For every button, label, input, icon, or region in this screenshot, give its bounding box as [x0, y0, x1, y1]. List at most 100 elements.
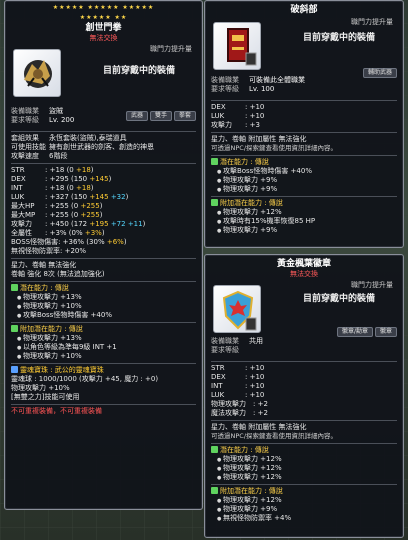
- tab-claw[interactable]: 拳套: [173, 111, 196, 121]
- divider: [211, 361, 397, 362]
- star-force-status: 星力、卷軸 附加屬性 無法強化: [211, 135, 307, 143]
- requirements: 裝備職業 共用 要求等級 徽章/勳章 徽章: [205, 327, 403, 359]
- stat-lines: STR: +10 DEX: +10 INT: +10 LUK: +10 物理攻擊…: [205, 364, 403, 418]
- tab-badge[interactable]: 徽章: [374, 327, 397, 337]
- divider: [11, 404, 196, 405]
- potential-line: 物理攻擊力 +9%: [211, 185, 397, 194]
- item-icon-box: [213, 22, 261, 70]
- trade-restriction: 無法交換: [89, 34, 118, 42]
- currently-equipped-label: 目前穿戴中的裝備: [103, 66, 176, 76]
- item-title: 創世門拳: [85, 23, 122, 33]
- stat-lines: DEX: +10 LUK: +10 攻擊力: +3: [205, 103, 403, 130]
- potential-section: 潛在能力 : 傳說 物理攻擊力 +12% 物理攻擊力 +12% 物理攻擊力 +1…: [205, 446, 403, 482]
- soul-skill: [無雙之力]技能可使用: [11, 393, 80, 401]
- divider: [211, 196, 397, 197]
- divider: [11, 131, 196, 132]
- trade-restriction: 無法交換: [290, 270, 318, 278]
- potential-line: 物理攻擊力 +12%: [211, 455, 397, 464]
- category-tabs: 武器 雙手 拳套: [125, 111, 196, 121]
- stat-boss-damage: BOSS怪物傷害: +36% (30% +6%): [11, 238, 127, 246]
- potential-line: 物理攻擊力 +10%: [11, 302, 196, 311]
- tab-secondary-weapon[interactable]: 輔助武器: [362, 68, 397, 78]
- legendary-badge-icon: [211, 158, 218, 165]
- star-force-stars-bottom: ★★★★★ ★★: [79, 14, 128, 21]
- soul-gem-icon: [11, 366, 18, 373]
- divider: [11, 363, 196, 364]
- potential-title: 潛在能力 : 傳說: [211, 446, 397, 455]
- tab-two-handed[interactable]: 雙手: [149, 111, 172, 121]
- additional-potential-line: 物理攻擊力 +9%: [211, 505, 397, 514]
- item-title: 破斜部: [290, 5, 318, 15]
- stat-luk: LUK: +327 (150 +145 +32): [11, 193, 129, 201]
- enhance-lines: 星力、卷軸 無法強化 卷軸 強化 8次 (無法追加強化): [5, 261, 202, 279]
- info-skill: 可使用技能 擁有創世武器的劍客、創造的神恩: [11, 143, 154, 151]
- job-tag: 職門力提升量: [150, 45, 192, 53]
- soul-bonus: 物理攻擊力 +10%: [11, 384, 70, 392]
- stat-attack: 物理攻擊力: +2: [211, 400, 268, 408]
- stat-attack: 攻擊力: +450 (172 +195 +72 +11): [11, 220, 146, 228]
- npc-note: 可透過NPC/探索鍵查看使用資訊詳細內容。: [211, 144, 338, 152]
- stat-max-mp: 最大MP: +255 (0 +255): [11, 211, 103, 219]
- divider: [11, 281, 196, 282]
- additional-potential-title: 附加潛在能力 : 傳說: [11, 325, 196, 334]
- potential-section: 潛在能力 : 傳說 攻擊Boss怪物時傷害 +40% 物理攻擊力 +9% 物理攻…: [205, 158, 403, 194]
- potential-title: 潛在能力 : 傳說: [11, 284, 196, 293]
- tab-badge-medal[interactable]: 徽章/勳章: [336, 327, 373, 337]
- legendary-badge-icon: [211, 446, 218, 453]
- enhance-lines: 星力、卷軸 附加屬性 無法強化 可透過NPC/探索鍵查看使用資訊詳細內容。: [205, 135, 403, 153]
- category-tabs: 徽章/勳章 徽章: [336, 327, 397, 337]
- additional-potential-line: 物理攻擊力 +9%: [211, 226, 397, 235]
- stat-attack: 攻擊力: +3: [211, 121, 260, 129]
- req-row: 要求等級: [211, 346, 239, 354]
- divider: [211, 132, 397, 133]
- stat-magic-attack: 魔法攻擊力: +2: [211, 409, 268, 417]
- item-tooltip-emblem: 黃金楓葉徽章 無法交換 職門力提升量 目前穿戴中的裝備 裝備職業 共用 要求等級 …: [204, 254, 404, 538]
- job-tag: 職門力提升量: [351, 281, 393, 289]
- currently-equipped-label: 目前穿戴中的裝備: [303, 33, 376, 43]
- item-header: 職門力提升量 目前穿戴中的裝備: [205, 16, 403, 76]
- tab-weapon[interactable]: 武器: [125, 111, 148, 121]
- npc-note: 可透過NPC/探索鍵查看使用資訊詳細內容。: [211, 432, 338, 440]
- potential-line: 攻擊Boss怪物時傷害 +40%: [211, 167, 397, 176]
- info-lines: 套組效果 永恆套裝(盜賊),泰瑞道具 可使用技能 擁有創世武器的劍客、創造的神恩 攻…: [5, 134, 202, 161]
- star-force-stars-top: ★★★★★ ★★★★★ ★★★★★: [52, 4, 155, 11]
- stat-str: STR: +10: [211, 364, 265, 372]
- legendary-badge-icon: [11, 284, 18, 291]
- legendary-badge-icon: [211, 199, 218, 206]
- stat-int: INT: +18 (0 +18): [11, 184, 94, 192]
- stat-luk: LUK: +10: [211, 112, 265, 120]
- currently-equipped-label: 目前穿戴中的裝備: [303, 294, 376, 304]
- additional-potential-line: 物理攻擊力 +12%: [211, 496, 397, 505]
- legendary-badge-icon: [11, 325, 18, 332]
- divider: [11, 258, 196, 259]
- divider: [11, 322, 196, 323]
- stat-max-hp: 最大HP: +255 (0 +255): [11, 202, 103, 210]
- stat-dex: DEX: +295 (150 +145): [11, 175, 112, 183]
- additional-potential-section: 附加潛在能力 : 傳說 物理攻擊力 +12% 攻擊時有15%機率恢復85 HP …: [205, 199, 403, 235]
- stat-ignore-defense: 無視怪物防禦率: +20%: [11, 247, 87, 255]
- equip-warning: 不可重複裝備，不可重複裝備: [11, 407, 102, 415]
- item-tooltip-weapon: ★★★★★ ★★★★★ ★★★★★ ★★★★★ ★★ 創世門拳 無法交換 職門力…: [4, 0, 203, 510]
- star-force-status: 星力、卷軸 無法強化: [11, 261, 77, 269]
- requirements: 裝備職業 盜賊 要求等級 Lv. 200 武器 雙手 拳套: [5, 107, 202, 129]
- additional-potential-line: 無視怪物防禦率 +4%: [211, 514, 397, 523]
- secondary-weapon-icon: [227, 28, 257, 66]
- stat-all-stat: 全屬性: +3% (0% +3%): [11, 229, 105, 237]
- potential-line: 物理攻擊力 +12%: [211, 473, 397, 482]
- stat-dex: DEX: +10: [211, 103, 265, 111]
- additional-potential-title: 附加潛在能力 : 傳說: [211, 199, 397, 208]
- soul-title: 靈魂寶珠 : 武公的靈魂寶珠: [11, 366, 196, 375]
- job-tag: 職門力提升量: [351, 18, 393, 26]
- item-header: 職門力提升量 目前穿戴中的裝備: [5, 43, 202, 107]
- claw-weapon-icon: [24, 60, 52, 88]
- potential-line: 物理攻擊力 +13%: [11, 293, 196, 302]
- info-attack-speed: 攻擊速度 6階段: [11, 152, 68, 160]
- item-icon-box: [13, 49, 61, 97]
- additional-potential-section: 附加潛在能力 : 傳說 物理攻擊力 +12% 物理攻擊力 +9% 無視怪物防禦率…: [205, 487, 403, 523]
- star-force-status: 星力、卷軸 附加屬性 無法強化: [211, 423, 307, 431]
- stat-str: STR: +18 (0 +18): [11, 166, 94, 174]
- divider: [211, 420, 397, 421]
- additional-potential-line: 物理攻擊力 +13%: [11, 334, 196, 343]
- additional-potential-line: 攻擊時有15%機率恢復85 HP: [211, 217, 397, 226]
- divider: [211, 443, 397, 444]
